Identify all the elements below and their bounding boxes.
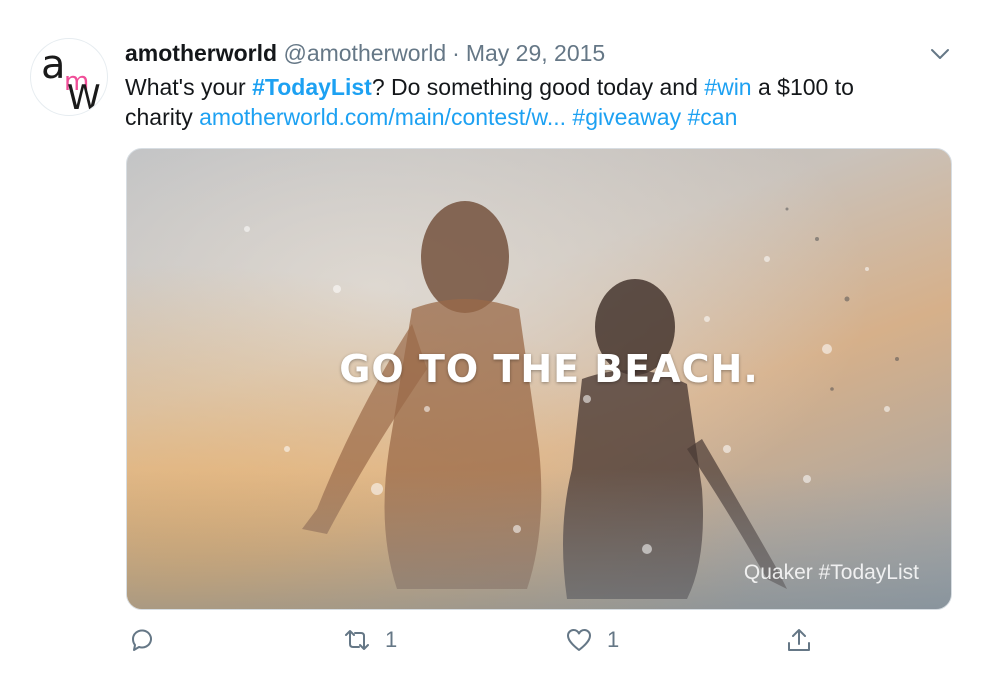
tweet-link[interactable]: amotherworld.com/main/contest/w...	[199, 104, 566, 130]
display-name[interactable]: amotherworld	[125, 40, 277, 66]
retweet-count: 1	[385, 627, 398, 652]
like-button[interactable]: 1	[565, 626, 619, 654]
retweet-icon	[345, 630, 369, 650]
man-head	[421, 201, 509, 313]
reply-button[interactable]	[128, 626, 156, 654]
share-icon	[788, 629, 810, 651]
text-part: What's your	[125, 74, 253, 100]
media-caption: GO TO THE BEACH.	[339, 347, 759, 391]
tweet-media-image[interactable]: GO TO THE BEACH. Quaker #TodayList	[126, 148, 952, 610]
tweet-actions: 1 1	[128, 626, 948, 662]
heart-icon	[567, 629, 591, 651]
media-watermark: Quaker #TodayList	[743, 561, 919, 584]
hashtag-can[interactable]: #can	[687, 104, 737, 130]
separator-dot: ·	[452, 40, 460, 66]
share-button[interactable]	[785, 626, 813, 654]
tweet-header: amotherworld @amotherworld · May 29, 2015	[125, 40, 605, 67]
tweet-text: What's your #TodayList? Do something goo…	[125, 72, 925, 132]
hashtag-todaylist[interactable]: #TodayList	[252, 74, 372, 100]
retweet-button[interactable]: 1	[343, 626, 397, 654]
avatar[interactable]: a m W	[30, 38, 108, 116]
hashtag-win[interactable]: #win	[704, 74, 751, 100]
reply-icon	[132, 629, 152, 651]
chevron-down-icon[interactable]	[928, 44, 952, 64]
hashtag-giveaway[interactable]: #giveaway	[572, 104, 681, 130]
user-handle[interactable]: @amotherworld	[283, 40, 446, 66]
text-part: ? Do something good today and	[371, 74, 705, 100]
avatar-letter-w: W	[67, 78, 101, 116]
like-count: 1	[607, 627, 620, 652]
avatar-letter-a: a	[41, 42, 66, 88]
tweet-date[interactable]: May 29, 2015	[466, 40, 605, 66]
